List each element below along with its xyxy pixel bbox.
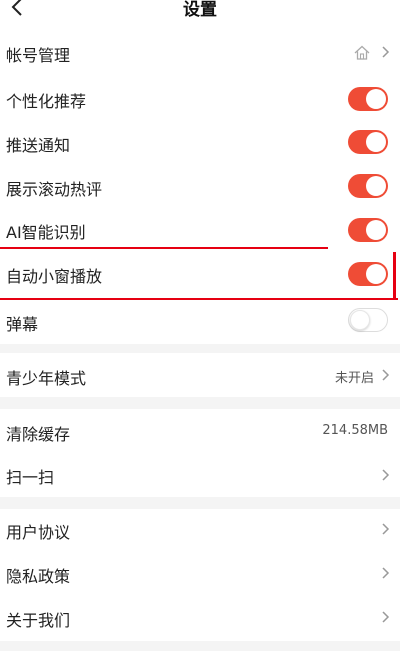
chevron-right-icon [382,523,390,535]
scan-label: 扫一扫 [6,468,55,487]
hot-comments-toggle[interactable] [348,174,388,198]
chevron-right-icon [382,469,390,481]
push-notification-label: 推送通知 [6,136,71,155]
scan-row[interactable]: 扫一扫 [0,453,400,497]
account-management-label: 帐号管理 [6,46,71,65]
youth-mode-status: 未开启 [334,371,374,386]
ai-recognition-toggle[interactable] [348,218,388,242]
section-divider [0,344,400,353]
danmaku-label: 弹幕 [6,315,39,334]
user-agreement-row[interactable]: 用户协议 [0,509,400,553]
home-icon [354,45,370,60]
danmaku-row: 弹幕 [0,302,400,344]
ai-recognition-row: AI智能识别 [0,209,400,249]
about-us-row[interactable]: 关于我们 [0,597,400,641]
clear-cache-row[interactable]: 清除缓存 214.58MB [0,409,400,453]
toggle-knob [366,220,386,240]
hot-comments-row: 展示滚动热评 [0,165,400,209]
privacy-policy-label: 隐私政策 [6,567,71,586]
account-management-row[interactable]: 帐号管理 [0,30,400,74]
about-us-label: 关于我们 [6,611,71,630]
highlight-line-top [0,247,328,249]
personalized-recommendation-label: 个性化推荐 [6,92,87,111]
privacy-policy-row[interactable]: 隐私政策 [0,553,400,597]
toggle-knob [366,264,386,284]
bottom-gap [0,641,400,651]
auto-mini-window-label: 自动小窗播放 [6,267,103,286]
chevron-right-icon [382,46,390,58]
ai-recognition-label: AI智能识别 [6,223,86,242]
chevron-right-icon [382,611,390,623]
page-title: 设置 [183,0,217,20]
hot-comments-label: 展示滚动热评 [6,180,103,199]
push-notification-toggle[interactable] [348,130,388,154]
cache-size: 214.58MB [322,423,388,438]
header-bar: 设置 [0,0,400,22]
clear-cache-label: 清除缓存 [6,425,71,444]
toggle-knob [366,132,386,152]
auto-mini-window-row: 自动小窗播放 [0,252,400,296]
push-notification-row: 推送通知 [0,121,400,165]
highlight-line-right [393,252,396,300]
youth-mode-label: 青少年模式 [6,369,87,388]
youth-mode-row[interactable]: 青少年模式 未开启 [0,353,400,397]
chevron-right-icon [382,567,390,579]
toggle-knob [366,176,386,196]
highlight-line-bottom [0,298,398,300]
danmaku-toggle[interactable] [348,308,388,332]
chevron-right-icon [382,369,390,381]
toggle-knob [366,89,386,109]
toggle-knob [350,310,370,330]
auto-mini-window-toggle[interactable] [348,262,388,286]
personalized-recommendation-toggle[interactable] [348,87,388,111]
personalized-recommendation-row: 个性化推荐 [0,77,400,121]
section-divider [0,397,400,409]
user-agreement-label: 用户协议 [6,523,71,542]
section-divider [0,497,400,509]
